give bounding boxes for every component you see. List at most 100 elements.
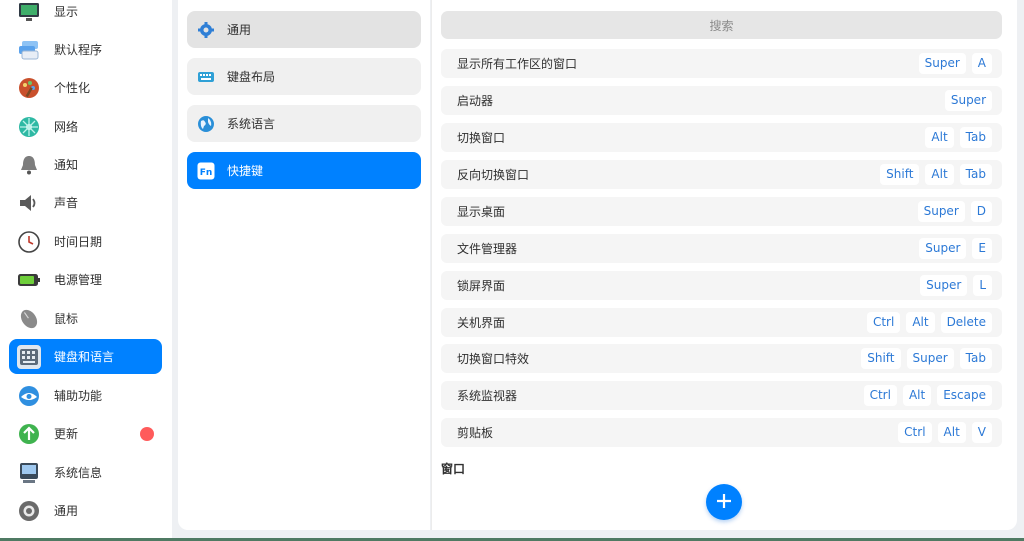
shortcut-key: Delete bbox=[940, 312, 992, 333]
sidebar-item-default-apps[interactable]: 默认程序 bbox=[9, 32, 162, 67]
shortcut-keys: Shift Super Tab bbox=[861, 348, 992, 369]
sidebar-item-network[interactable]: 网络 bbox=[9, 109, 162, 144]
shortcut-row[interactable]: 关机界面 Ctrl Alt Delete bbox=[441, 308, 1002, 337]
search-input[interactable]: 搜索 bbox=[441, 11, 1002, 39]
category-sidebar: 显示 默认程序 个性化 网络 通知 声音 时间日期 电源管理 鼠标 键盘和语言 … bbox=[0, 0, 172, 538]
subnav-item-system-language[interactable]: 系统语言 bbox=[187, 105, 421, 142]
sidebar-item-mouse[interactable]: 鼠标 bbox=[9, 301, 162, 336]
subnav-item-keyboard-layout[interactable]: 键盘布局 bbox=[187, 58, 421, 95]
shortcut-key: Ctrl bbox=[866, 312, 901, 333]
shortcut-row[interactable]: 启动器 Super bbox=[441, 86, 1002, 115]
shortcut-keys: Ctrl Alt Delete bbox=[866, 312, 992, 333]
sidebar-item-keyboard-language[interactable]: 键盘和语言 bbox=[9, 339, 162, 374]
shortcut-key: Tab bbox=[959, 164, 992, 185]
sidebar-item-label: 通用 bbox=[54, 504, 79, 518]
shortcut-key: Tab bbox=[959, 348, 992, 369]
shortcut-name: 显示桌面 bbox=[457, 205, 506, 219]
shortcut-row[interactable]: 锁屏界面 Super L bbox=[441, 271, 1002, 300]
sidebar-item-label: 系统信息 bbox=[54, 466, 103, 480]
shortcut-keys: Super L bbox=[920, 275, 992, 296]
sidebar-item-label: 时间日期 bbox=[54, 235, 103, 249]
shortcut-keys: Ctrl Alt Escape bbox=[863, 385, 992, 406]
shortcut-name: 文件管理器 bbox=[457, 242, 518, 256]
sidebar-item-datetime[interactable]: 时间日期 bbox=[9, 224, 162, 259]
shortcut-name: 切换窗口特效 bbox=[457, 352, 530, 366]
sidebar-item-system-info[interactable]: 系统信息 bbox=[9, 455, 162, 490]
shortcut-row[interactable]: 切换窗口 Alt Tab bbox=[441, 123, 1002, 152]
shortcut-keys: Shift Alt Tab bbox=[880, 164, 992, 185]
palette-icon bbox=[17, 76, 41, 100]
shortcut-row[interactable]: 显示所有工作区的窗口 Super A bbox=[441, 49, 1002, 78]
shortcut-name: 系统监视器 bbox=[457, 389, 518, 403]
sidebar-item-label: 默认程序 bbox=[54, 43, 103, 57]
sidebar-item-label: 键盘和语言 bbox=[54, 350, 115, 364]
shortcut-key: Alt bbox=[925, 127, 954, 148]
speaker-icon bbox=[17, 191, 41, 215]
shortcut-name: 锁屏界面 bbox=[457, 279, 506, 293]
sidebar-item-label: 显示 bbox=[54, 5, 79, 19]
keyboard-subnav-panel: 通用 键盘布局 系统语言 Fn 快捷键 bbox=[178, 0, 430, 530]
shortcut-row[interactable]: 剪贴板 Ctrl Alt V bbox=[441, 418, 1002, 447]
shortcut-row[interactable]: 显示桌面 Super D bbox=[441, 197, 1002, 226]
plus-icon bbox=[716, 493, 732, 512]
shortcut-key: Alt bbox=[937, 422, 966, 443]
accessibility-icon bbox=[17, 384, 41, 408]
network-icon bbox=[17, 115, 41, 139]
shortcut-key: Escape bbox=[937, 385, 992, 406]
shortcut-key: Super bbox=[917, 201, 965, 222]
shortcut-keys: Ctrl Alt V bbox=[898, 422, 992, 443]
sidebar-item-display[interactable]: 显示 bbox=[9, 0, 162, 29]
keyboard-icon bbox=[17, 344, 41, 369]
shortcut-keys: Super bbox=[944, 90, 992, 111]
sidebar-item-label: 更新 bbox=[54, 427, 79, 441]
shortcut-key: Super bbox=[906, 348, 954, 369]
shortcut-row[interactable]: 切换窗口特效 Shift Super Tab bbox=[441, 344, 1002, 373]
clock-icon bbox=[17, 230, 41, 254]
shortcut-row[interactable]: 系统监视器 Ctrl Alt Escape bbox=[441, 381, 1002, 410]
shortcut-name: 剪贴板 bbox=[457, 426, 494, 440]
sidebar-item-general[interactable]: 通用 bbox=[9, 493, 162, 528]
shortcut-row[interactable]: 反向切换窗口 Shift Alt Tab bbox=[441, 160, 1002, 189]
shortcut-name: 切换窗口 bbox=[457, 131, 506, 145]
sidebar-item-label: 鼠标 bbox=[54, 312, 79, 326]
subnav-item-general[interactable]: 通用 bbox=[187, 11, 421, 48]
sidebar-item-accessibility[interactable]: 辅助功能 bbox=[9, 378, 162, 413]
update-badge bbox=[140, 427, 154, 441]
sidebar-item-power[interactable]: 电源管理 bbox=[9, 262, 162, 297]
shortcut-key: L bbox=[973, 275, 992, 296]
shortcut-row[interactable]: 文件管理器 Super E bbox=[441, 234, 1002, 263]
shortcut-name: 显示所有工作区的窗口 bbox=[457, 57, 578, 71]
system-info-icon bbox=[17, 461, 41, 485]
shortcuts-content: 搜索 显示所有工作区的窗口 Super A 启动器 Super 切换窗口 Alt… bbox=[431, 0, 1017, 530]
shortcut-key: A bbox=[971, 53, 992, 74]
shortcut-key: D bbox=[970, 201, 992, 222]
shortcut-key: Super bbox=[919, 238, 967, 259]
sidebar-item-label: 通知 bbox=[54, 158, 79, 172]
sidebar-item-personalization[interactable]: 个性化 bbox=[9, 70, 162, 105]
add-shortcut-button[interactable] bbox=[706, 484, 742, 520]
shortcut-key: Ctrl bbox=[863, 385, 897, 406]
sidebar-item-label: 辅助功能 bbox=[54, 389, 103, 403]
shortcut-name: 启动器 bbox=[457, 94, 494, 108]
general-icon bbox=[17, 499, 41, 523]
svg-text:Fn: Fn bbox=[200, 168, 213, 178]
shortcut-key: Super bbox=[918, 53, 966, 74]
sidebar-item-label: 声音 bbox=[54, 196, 79, 210]
subnav-item-shortcuts[interactable]: Fn 快捷键 bbox=[187, 152, 421, 189]
sidebar-item-sound[interactable]: 声音 bbox=[9, 185, 162, 220]
shortcut-name: 关机界面 bbox=[457, 316, 506, 330]
shortcut-keys: Super A bbox=[918, 53, 992, 74]
shortcut-key: Alt bbox=[902, 385, 932, 406]
sidebar-item-notification[interactable]: 通知 bbox=[9, 147, 162, 182]
sidebar-item-update[interactable]: 更新 bbox=[9, 416, 162, 451]
mouse-icon bbox=[17, 307, 41, 331]
bell-icon bbox=[17, 153, 41, 177]
shortcut-key: Super bbox=[920, 275, 968, 296]
shortcut-key: Ctrl bbox=[898, 422, 932, 443]
default-apps-icon bbox=[17, 38, 41, 62]
shortcut-keys: Super E bbox=[919, 238, 992, 259]
shortcut-key: Tab bbox=[959, 127, 992, 148]
section-title-window: 窗口 bbox=[441, 462, 466, 476]
globe-icon bbox=[197, 115, 215, 133]
shortcut-key: Alt bbox=[906, 312, 935, 333]
